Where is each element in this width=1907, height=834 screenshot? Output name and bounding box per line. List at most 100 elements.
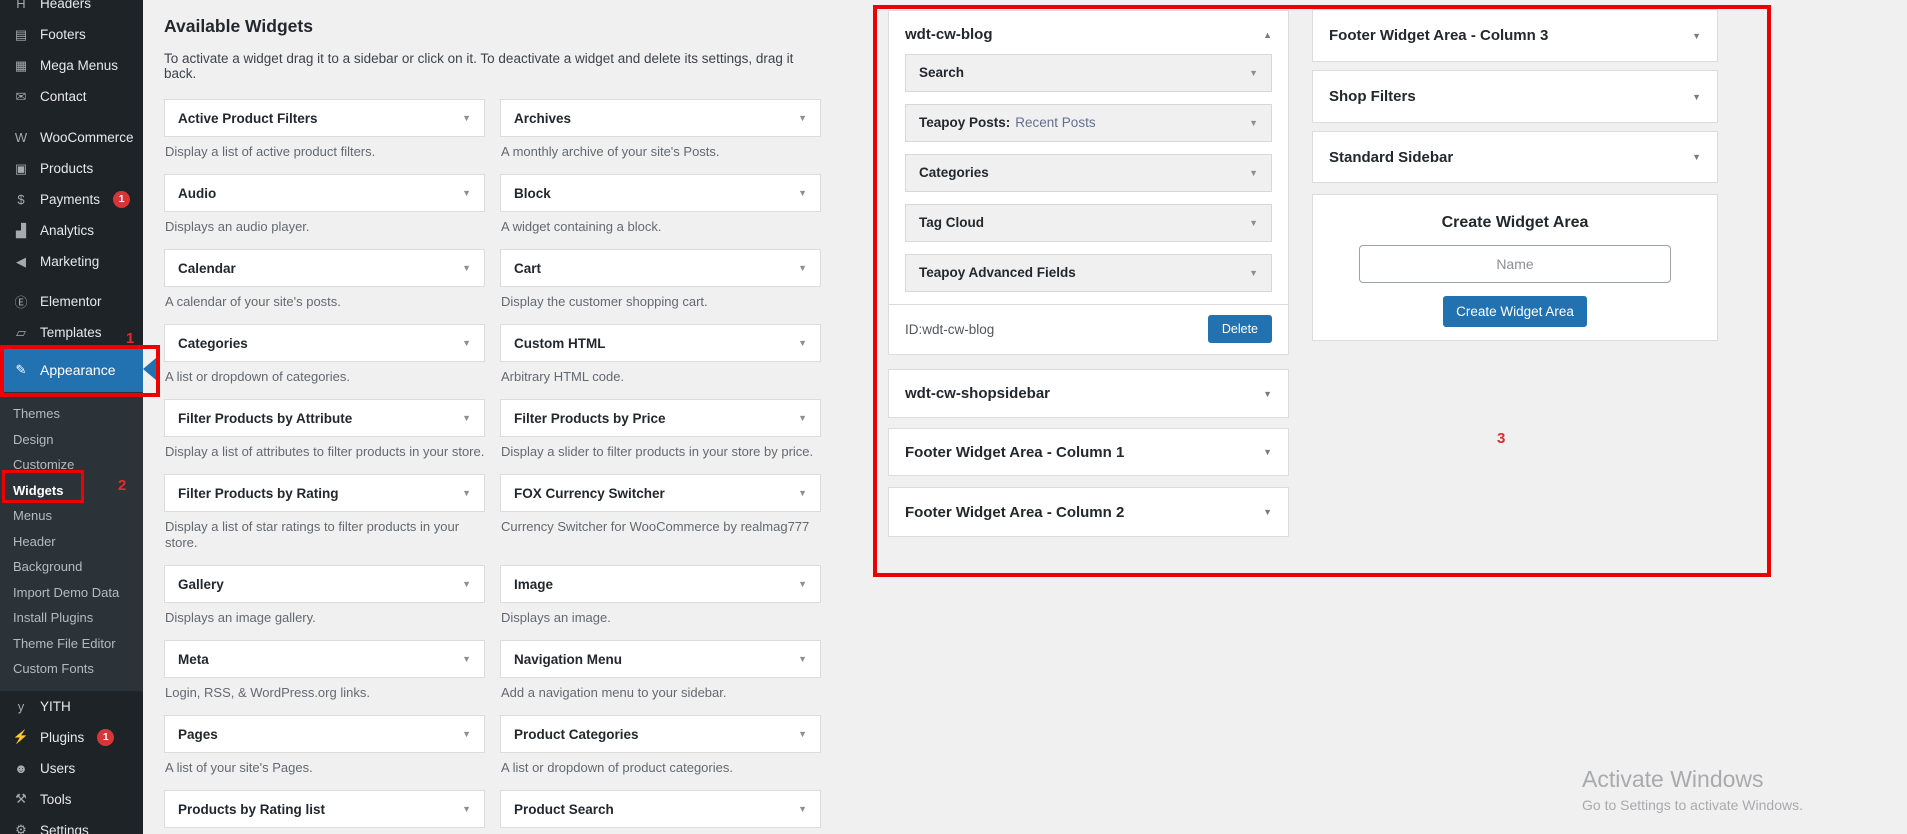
annotation-number-3: 3 bbox=[1497, 430, 1505, 447]
sidebar-item-label: YITH bbox=[40, 699, 71, 714]
chevron-down-icon: ▼ bbox=[1249, 68, 1258, 78]
placed-widget-teapoy-advanced-fields[interactable]: Teapoy Advanced Fields ▼ bbox=[905, 254, 1272, 292]
placed-widget-teapoy-posts[interactable]: Teapoy Posts:Recent Posts ▼ bbox=[905, 104, 1272, 142]
sidebar-item-label: Mega Menus bbox=[40, 58, 118, 73]
submenu-item-menus[interactable]: Menus bbox=[0, 503, 143, 529]
elementor-icon: Ⓔ bbox=[11, 292, 31, 311]
available-widget-card: Product Categories▼A list or dropdown of… bbox=[500, 715, 821, 790]
sidebar-item-woocommerce[interactable]: W WooCommerce bbox=[0, 122, 143, 153]
submenu-item-background[interactable]: Background bbox=[0, 554, 143, 580]
widget-name: Image bbox=[514, 577, 553, 592]
widget-product-search[interactable]: Product Search▼ bbox=[500, 790, 821, 828]
available-widget-card: Pages▼A list of your site's Pages. bbox=[164, 715, 485, 790]
widget-area-id: ID:wdt-cw-blog bbox=[905, 322, 994, 337]
chevron-down-icon: ▼ bbox=[798, 654, 807, 664]
sidebar-item-payments[interactable]: $ Payments 1 bbox=[0, 184, 143, 215]
widget-filter-products-by-rating[interactable]: Filter Products by Rating▼ bbox=[164, 474, 485, 512]
widget-area-name-input[interactable] bbox=[1359, 245, 1671, 283]
widget-area-footer-column-2[interactable]: Footer Widget Area - Column 2▼ bbox=[888, 487, 1289, 537]
create-widget-area-title: Create Widget Area bbox=[1313, 214, 1717, 232]
widget-meta[interactable]: Meta▼ bbox=[164, 640, 485, 678]
submenu-item-import-demo-data[interactable]: Import Demo Data bbox=[0, 580, 143, 606]
available-widget-card: Image▼Displays an image. bbox=[500, 565, 821, 640]
sidebar-item-marketing[interactable]: ◀ Marketing bbox=[0, 246, 143, 277]
sidebar-item-settings[interactable]: ⚙ Settings bbox=[0, 815, 143, 834]
widget-description: A calendar of your site's posts. bbox=[165, 294, 485, 310]
widget-calendar[interactable]: Calendar▼ bbox=[164, 249, 485, 287]
sidebar-item-headers[interactable]: H Headers bbox=[0, 0, 143, 19]
sidebar-item-elementor[interactable]: Ⓔ Elementor bbox=[0, 286, 143, 317]
widget-archives[interactable]: Archives ▼ bbox=[500, 99, 821, 137]
chevron-down-icon: ▼ bbox=[462, 729, 471, 739]
widget-cart[interactable]: Cart▼ bbox=[500, 249, 821, 287]
widget-name: Archives bbox=[514, 111, 571, 126]
widget-name: Custom HTML bbox=[514, 336, 606, 351]
widget-pages[interactable]: Pages▼ bbox=[164, 715, 485, 753]
widget-area-shop-filters[interactable]: Shop Filters▼ bbox=[1312, 70, 1718, 123]
templates-icon: ▱ bbox=[11, 325, 31, 341]
widget-navigation-menu[interactable]: Navigation Menu▼ bbox=[500, 640, 821, 678]
widget-area-standard-sidebar[interactable]: Standard Sidebar▼ bbox=[1312, 131, 1718, 183]
widget-description: Displays an image gallery. bbox=[165, 610, 485, 626]
widget-custom-html[interactable]: Custom HTML▼ bbox=[500, 324, 821, 362]
placed-widget-categories[interactable]: Categories ▼ bbox=[905, 154, 1272, 192]
delete-button[interactable]: Delete bbox=[1208, 315, 1272, 343]
chevron-down-icon: ▼ bbox=[798, 579, 807, 589]
sidebar-item-products[interactable]: ▣ Products bbox=[0, 153, 143, 184]
widget-filter-products-by-price[interactable]: Filter Products by Price▼ bbox=[500, 399, 821, 437]
widget-area-footer-column-1[interactable]: Footer Widget Area - Column 1▼ bbox=[888, 428, 1289, 476]
sidebar-item-footers[interactable]: ▤ Footers bbox=[0, 19, 143, 50]
available-widget-card: Gallery▼ Displays an image gallery. bbox=[164, 565, 485, 640]
woocommerce-icon: W bbox=[11, 130, 31, 145]
submenu-item-theme-file-editor[interactable]: Theme File Editor bbox=[0, 631, 143, 657]
sidebar-item-appearance[interactable]: ✎ Appearance bbox=[0, 348, 143, 392]
widget-image[interactable]: Image ▼ bbox=[500, 565, 821, 603]
widget-area-footer-column-3[interactable]: Footer Widget Area - Column 3▼ bbox=[1312, 9, 1718, 62]
sidebar-item-users[interactable]: ☻ Users bbox=[0, 753, 143, 784]
chevron-down-icon: ▼ bbox=[462, 804, 471, 814]
widget-gallery[interactable]: Gallery▼ bbox=[164, 565, 485, 603]
menu-separator bbox=[0, 277, 143, 286]
widget-area-header[interactable]: wdt-cw-blog ▲ bbox=[889, 11, 1288, 54]
sidebar-item-plugins[interactable]: ⚡ Plugins 1 bbox=[0, 722, 143, 753]
chevron-down-icon: ▼ bbox=[798, 113, 807, 123]
contact-icon: ✉ bbox=[11, 89, 31, 105]
widget-name: Product Categories bbox=[514, 727, 639, 742]
submenu-item-design[interactable]: Design bbox=[0, 427, 143, 453]
widget-block[interactable]: Block▼ bbox=[500, 174, 821, 212]
sidebar-item-templates[interactable]: ▱ Templates bbox=[0, 317, 143, 348]
chevron-down-icon: ▼ bbox=[1692, 92, 1701, 102]
sidebar-item-label: Analytics bbox=[40, 223, 94, 238]
submenu-item-header[interactable]: Header bbox=[0, 529, 143, 555]
appearance-icon: ✎ bbox=[11, 362, 31, 378]
widget-products-by-rating-list[interactable]: Products by Rating list▼ bbox=[164, 790, 485, 828]
widget-description: Displays an audio player. bbox=[165, 219, 485, 235]
submenu-item-customize[interactable]: Customize bbox=[0, 452, 143, 478]
available-widget-card: Filter Products by Attribute▼Display a l… bbox=[164, 399, 485, 474]
submenu-item-themes[interactable]: Themes bbox=[0, 401, 143, 427]
create-widget-area-button[interactable]: Create Widget Area bbox=[1443, 296, 1587, 327]
widget-categories[interactable]: Categories▼ bbox=[164, 324, 485, 362]
sidebar-item-contact[interactable]: ✉ Contact bbox=[0, 81, 143, 112]
placed-widget-search[interactable]: Search ▼ bbox=[905, 54, 1272, 92]
widget-area-title: Standard Sidebar bbox=[1329, 149, 1453, 166]
widget-audio[interactable]: Audio▼ bbox=[164, 174, 485, 212]
submenu-item-install-plugins[interactable]: Install Plugins bbox=[0, 605, 143, 631]
available-widget-card: Navigation Menu▼Add a navigation menu to… bbox=[500, 640, 821, 715]
chevron-down-icon: ▼ bbox=[462, 488, 471, 498]
widget-fox-currency-switcher[interactable]: FOX Currency Switcher▼ bbox=[500, 474, 821, 512]
plugins-notification-badge: 1 bbox=[97, 729, 114, 746]
widget-product-categories[interactable]: Product Categories▼ bbox=[500, 715, 821, 753]
placed-widget-tag-cloud[interactable]: Tag Cloud ▼ bbox=[905, 204, 1272, 242]
sidebar-item-mega-menus[interactable]: ▦ Mega Menus bbox=[0, 50, 143, 81]
sidebar-item-label: Settings bbox=[40, 823, 89, 834]
widget-area-wdt-cw-shopsidebar[interactable]: wdt-cw-shopsidebar▼ bbox=[888, 369, 1289, 418]
sidebar-item-tools[interactable]: ⚒ Tools bbox=[0, 784, 143, 815]
widget-active-product-filters[interactable]: Active Product Filters▼ bbox=[164, 99, 485, 137]
menu-separator bbox=[0, 112, 143, 122]
sidebar-item-analytics[interactable]: ▟ Analytics bbox=[0, 215, 143, 246]
widget-filter-products-by-attribute[interactable]: Filter Products by Attribute▼ bbox=[164, 399, 485, 437]
sidebar-item-yith[interactable]: y YITH bbox=[0, 691, 143, 722]
submenu-item-custom-fonts[interactable]: Custom Fonts bbox=[0, 656, 143, 682]
available-widget-card: Archives▼A monthly archive of your site'… bbox=[500, 99, 821, 174]
